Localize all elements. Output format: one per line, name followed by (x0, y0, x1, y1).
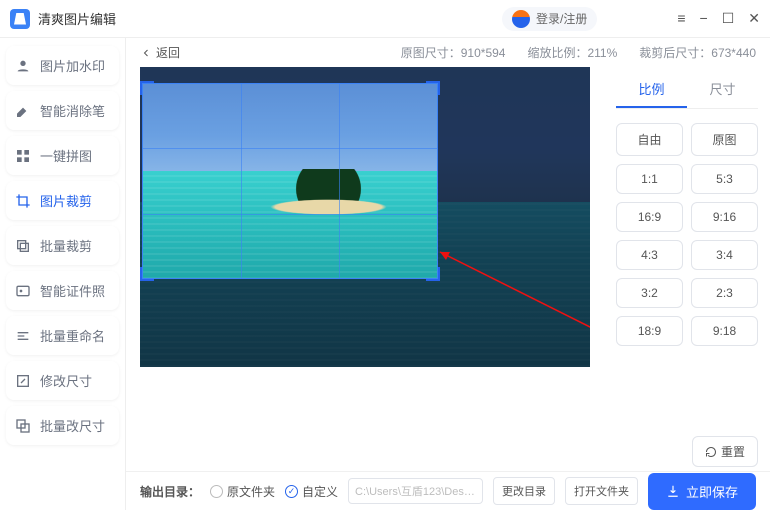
sidebar-item-label: 智能消除笔 (40, 101, 105, 120)
right-panel: 比例 尺寸 自由 原图 1:1 5:3 16:9 9:16 4:3 3:4 3:… (604, 67, 770, 471)
back-button[interactable]: 返回 (140, 44, 180, 61)
crop-handle-tl[interactable] (140, 81, 154, 95)
sidebar-item-collage[interactable]: 一键拼图 (6, 136, 119, 175)
grid-icon (14, 147, 32, 165)
sidebar-item-label: 智能证件照 (40, 281, 105, 300)
rename-icon (14, 327, 32, 345)
output-bar: 输出目录： 原文件夹 自定义 C:\Users\互盾123\Desktop\清爽… (126, 471, 770, 510)
radio-source-folder[interactable]: 原文件夹 (210, 483, 275, 500)
sidebar-item-idphoto[interactable]: 智能证件照 (6, 271, 119, 310)
reset-button[interactable]: 重置 (692, 436, 758, 467)
sidebar-item-batch-crop[interactable]: 批量裁剪 (6, 226, 119, 265)
radio-custom-folder[interactable]: 自定义 (285, 483, 338, 500)
person-icon (14, 57, 32, 75)
maximize-icon[interactable]: ☐ (722, 10, 735, 27)
info-original-size: 原图尺寸：910*594 (401, 44, 506, 61)
open-dir-button[interactable]: 打开文件夹 (565, 477, 638, 505)
batch-crop-icon (14, 237, 32, 255)
ratio-orig[interactable]: 原图 (691, 123, 758, 156)
sidebar-item-crop[interactable]: 图片裁剪 (6, 181, 119, 220)
refresh-icon (705, 446, 717, 458)
ratio-free[interactable]: 自由 (616, 123, 683, 156)
close-icon[interactable]: ✕ (748, 10, 760, 27)
ratio-3-4[interactable]: 3:4 (691, 240, 758, 270)
output-path[interactable]: C:\Users\互盾123\Desktop\清爽图片 (348, 478, 483, 504)
ratio-4-3[interactable]: 4:3 (616, 240, 683, 270)
ratio-3-2[interactable]: 3:2 (616, 278, 683, 308)
save-label: 立即保存 (686, 482, 738, 501)
minimize-icon[interactable]: − (700, 10, 708, 27)
sidebar-item-label: 批量改尺寸 (40, 416, 105, 435)
ratio-16-9[interactable]: 16:9 (616, 202, 683, 232)
image-canvas[interactable] (140, 67, 590, 367)
login-label: 登录/注册 (536, 10, 587, 27)
sidebar-item-watermark[interactable]: 图片加水印 (6, 46, 119, 85)
download-icon (666, 484, 680, 498)
sidebar: 图片加水印 智能消除笔 一键拼图 图片裁剪 批量裁剪 智能证件照 批量重命名 (0, 38, 126, 510)
info-zoom: 缩放比例：211% (527, 44, 617, 61)
change-dir-button[interactable]: 更改目录 (493, 477, 555, 505)
ratio-grid: 自由 原图 1:1 5:3 16:9 9:16 4:3 3:4 3:2 2:3 … (616, 123, 758, 346)
tab-size[interactable]: 尺寸 (687, 71, 758, 108)
sidebar-item-label: 图片裁剪 (40, 191, 92, 210)
crop-icon (14, 192, 32, 210)
eraser-icon (14, 102, 32, 120)
ratio-1-1[interactable]: 1:1 (616, 164, 683, 194)
ratio-9-16[interactable]: 9:16 (691, 202, 758, 232)
infobar: 返回 原图尺寸：910*594 缩放比例：211% 裁剪后尺寸：673*440 (126, 38, 770, 67)
id-icon (14, 282, 32, 300)
crop-handle-bl[interactable] (140, 267, 154, 281)
main: 返回 原图尺寸：910*594 缩放比例：211% 裁剪后尺寸：673*440 (126, 38, 770, 510)
sidebar-item-label: 批量重命名 (40, 326, 105, 345)
resize-icon (14, 372, 32, 390)
back-label: 返回 (156, 44, 180, 61)
batch-resize-icon (14, 417, 32, 435)
app-title: 清爽图片编辑 (38, 9, 502, 28)
ratio-9-18[interactable]: 9:18 (691, 316, 758, 346)
save-button[interactable]: 立即保存 (648, 473, 756, 510)
app-logo-icon (10, 9, 30, 29)
ratio-18-9[interactable]: 18:9 (616, 316, 683, 346)
window-controls: ≡ − ☐ ✕ (677, 10, 760, 27)
login-button[interactable]: 登录/注册 (502, 7, 597, 31)
tab-ratio[interactable]: 比例 (616, 71, 687, 108)
sidebar-item-batch-resize[interactable]: 批量改尺寸 (6, 406, 119, 445)
canvas-area (126, 67, 604, 471)
reset-label: 重置 (721, 443, 745, 460)
crop-tabs: 比例 尺寸 (616, 71, 758, 109)
sidebar-item-rename[interactable]: 批量重命名 (6, 316, 119, 355)
crop-selection[interactable] (142, 83, 438, 279)
sidebar-item-label: 一键拼图 (40, 146, 92, 165)
menu-icon[interactable]: ≡ (677, 10, 685, 27)
avatar-icon (512, 10, 530, 28)
output-label: 输出目录： (140, 483, 200, 500)
sidebar-item-label: 修改尺寸 (40, 371, 92, 390)
crop-handle-tr[interactable] (426, 81, 440, 95)
titlebar: 清爽图片编辑 登录/注册 ≡ − ☐ ✕ (0, 0, 770, 38)
sidebar-item-eraser[interactable]: 智能消除笔 (6, 91, 119, 130)
crop-handle-br[interactable] (426, 267, 440, 281)
sidebar-item-resize[interactable]: 修改尺寸 (6, 361, 119, 400)
ratio-5-3[interactable]: 5:3 (691, 164, 758, 194)
info-cropped-size: 裁剪后尺寸：673*440 (639, 44, 756, 61)
sidebar-item-label: 图片加水印 (40, 56, 105, 75)
sidebar-item-label: 批量裁剪 (40, 236, 92, 255)
ratio-2-3[interactable]: 2:3 (691, 278, 758, 308)
